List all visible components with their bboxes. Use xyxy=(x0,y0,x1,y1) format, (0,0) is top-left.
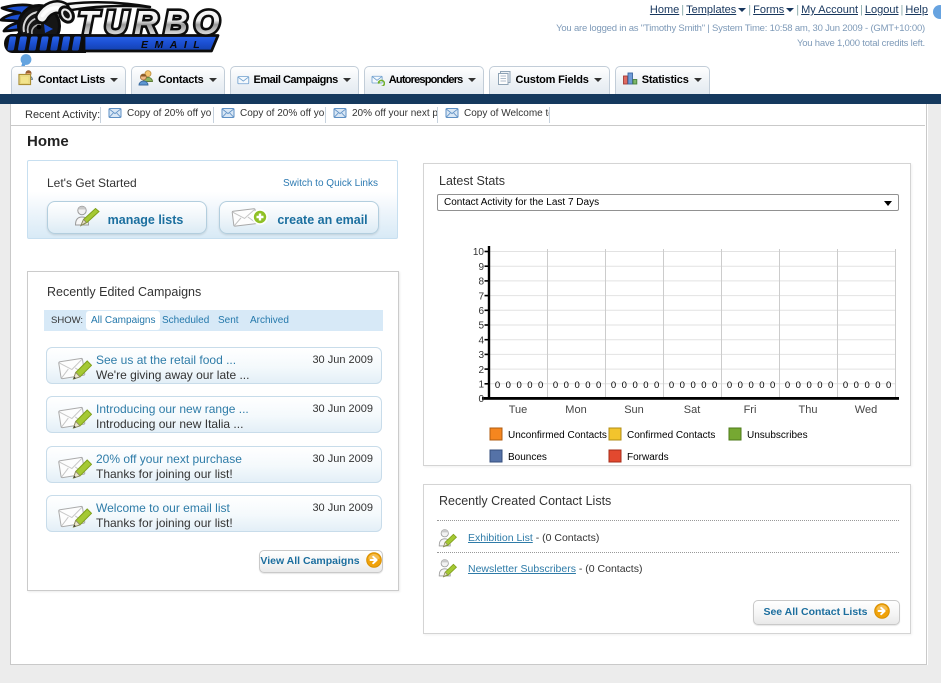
svg-text:Thu: Thu xyxy=(799,404,818,416)
svg-text:Wed: Wed xyxy=(855,404,877,416)
svg-text:0: 0 xyxy=(759,380,764,391)
svg-text:10: 10 xyxy=(473,247,485,258)
svg-text:0: 0 xyxy=(611,380,616,391)
svg-text:0: 0 xyxy=(538,380,543,391)
svg-text:0: 0 xyxy=(843,380,848,391)
svg-text:8: 8 xyxy=(478,277,484,288)
svg-text:Sat: Sat xyxy=(684,404,701,416)
svg-text:0: 0 xyxy=(574,380,579,391)
svg-text:9: 9 xyxy=(478,262,484,273)
svg-text:0: 0 xyxy=(478,394,484,405)
svg-text:Unconfirmed Contacts: Unconfirmed Contacts xyxy=(508,430,607,441)
svg-text:0: 0 xyxy=(712,380,717,391)
svg-text:Confirmed Contacts: Confirmed Contacts xyxy=(627,430,715,441)
svg-text:Bounces: Bounces xyxy=(508,452,547,463)
svg-text:0: 0 xyxy=(864,380,869,391)
svg-text:0: 0 xyxy=(875,380,880,391)
svg-text:0: 0 xyxy=(796,380,801,391)
svg-text:6: 6 xyxy=(478,306,484,317)
svg-text:5: 5 xyxy=(478,321,484,332)
svg-text:0: 0 xyxy=(506,380,511,391)
svg-text:0: 0 xyxy=(553,380,558,391)
svg-text:0: 0 xyxy=(495,380,500,391)
svg-text:Unsubscribes: Unsubscribes xyxy=(747,430,808,441)
svg-text:2: 2 xyxy=(478,365,484,376)
svg-text:0: 0 xyxy=(886,380,891,391)
svg-text:0: 0 xyxy=(585,380,590,391)
svg-text:0: 0 xyxy=(701,380,706,391)
svg-text:0: 0 xyxy=(643,380,648,391)
svg-text:0: 0 xyxy=(632,380,637,391)
svg-text:1: 1 xyxy=(478,380,484,391)
svg-text:0: 0 xyxy=(596,380,601,391)
svg-text:0: 0 xyxy=(806,380,811,391)
svg-text:0: 0 xyxy=(680,380,685,391)
svg-text:Mon: Mon xyxy=(565,404,586,416)
svg-text:0: 0 xyxy=(738,380,743,391)
svg-text:0: 0 xyxy=(727,380,732,391)
svg-text:0: 0 xyxy=(828,380,833,391)
svg-text:7: 7 xyxy=(478,291,484,302)
svg-text:0: 0 xyxy=(564,380,569,391)
svg-text:0: 0 xyxy=(748,380,753,391)
svg-text:0: 0 xyxy=(654,380,659,391)
svg-text:0: 0 xyxy=(854,380,859,391)
svg-text:Tue: Tue xyxy=(509,404,528,416)
svg-text:Sun: Sun xyxy=(624,404,644,416)
svg-text:0: 0 xyxy=(516,380,521,391)
svg-text:4: 4 xyxy=(478,335,484,346)
svg-text:0: 0 xyxy=(785,380,790,391)
svg-text:0: 0 xyxy=(622,380,627,391)
svg-text:3: 3 xyxy=(478,350,484,361)
svg-text:0: 0 xyxy=(669,380,674,391)
svg-text:Forwards: Forwards xyxy=(627,452,669,463)
svg-text:0: 0 xyxy=(817,380,822,391)
svg-text:0: 0 xyxy=(770,380,775,391)
svg-text:0: 0 xyxy=(527,380,532,391)
svg-text:0: 0 xyxy=(690,380,695,391)
svg-text:Fri: Fri xyxy=(744,404,757,416)
